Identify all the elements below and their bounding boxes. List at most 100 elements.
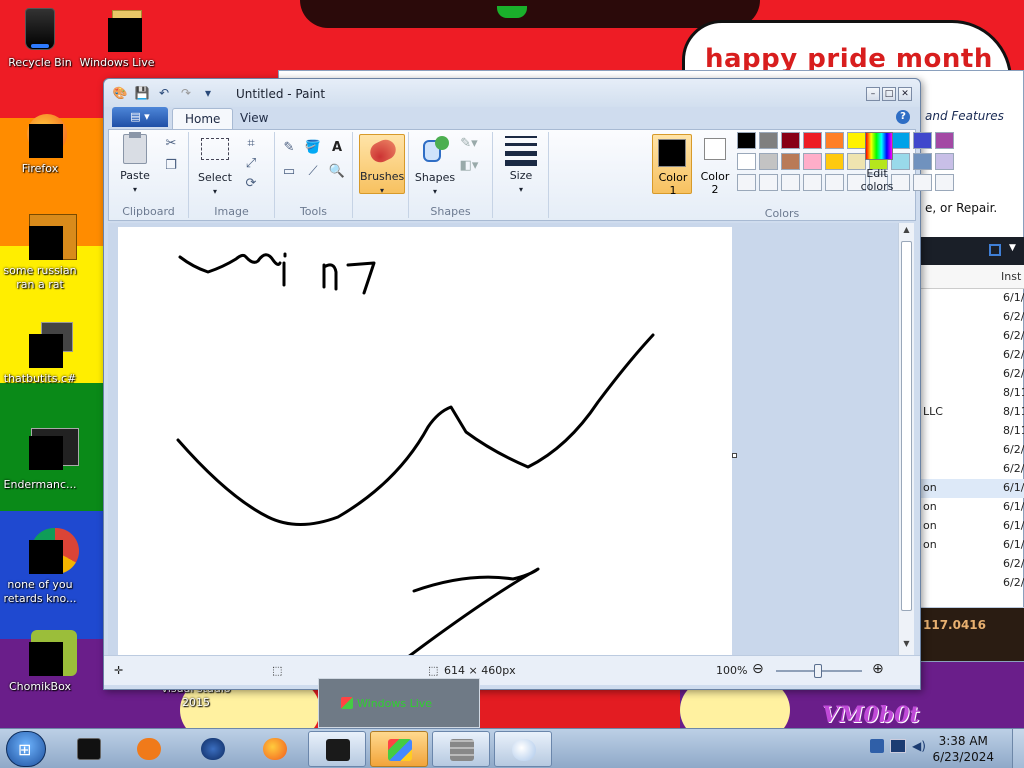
list-item[interactable]: 6/2/ bbox=[919, 574, 1024, 593]
desktop-icon-firefox[interactable]: Firefox bbox=[0, 112, 80, 176]
zoom-slider-thumb[interactable] bbox=[814, 664, 822, 678]
desktop-icon-windows-live[interactable]: Windows Live bbox=[77, 6, 157, 70]
paint-window[interactable]: 🎨 💾 ↶ ↷ ▾ Untitled - Paint – □ ✕ ▤ ▾ Hom… bbox=[103, 78, 954, 690]
list-item[interactable]: 6/2/ bbox=[919, 555, 1024, 574]
list-item[interactable]: LLC 8/11 bbox=[919, 403, 1024, 422]
paint-menu-button[interactable]: ▤ ▾ bbox=[112, 107, 168, 127]
list-item[interactable]: on 6/1/ bbox=[919, 517, 1024, 536]
color2-button[interactable]: Color 2 bbox=[696, 134, 734, 196]
fill-shape-icon[interactable]: ◧▾ bbox=[459, 156, 479, 176]
desktop-icon-thatbutits[interactable]: thatbutits.c# bbox=[0, 322, 80, 386]
column-header-installed-on[interactable]: Inst bbox=[919, 265, 1024, 289]
palette-swatch[interactable] bbox=[935, 153, 954, 170]
taskbar-item-firewall[interactable] bbox=[432, 731, 490, 767]
size-button[interactable]: Size ▾ bbox=[499, 134, 543, 196]
minimize-button[interactable]: – bbox=[866, 87, 880, 101]
palette-swatch[interactable] bbox=[803, 132, 822, 149]
list-item[interactable]: 6/2/ bbox=[919, 327, 1024, 346]
zoom-slider[interactable] bbox=[776, 664, 862, 678]
show-desktop-button[interactable] bbox=[1012, 729, 1024, 768]
redo-icon[interactable]: ↷ bbox=[178, 85, 194, 101]
desktop-icon-none-of-you[interactable]: none of you retards kno... bbox=[0, 528, 80, 606]
resize-icon[interactable]: ⤢ bbox=[241, 154, 261, 174]
palette-swatch[interactable] bbox=[913, 174, 932, 191]
drawing-canvas[interactable] bbox=[118, 227, 732, 655]
list-item[interactable]: 6/2/ bbox=[919, 308, 1024, 327]
close-button[interactable]: ✕ bbox=[898, 87, 912, 101]
list-item[interactable]: 6/2/ bbox=[919, 460, 1024, 479]
palette-swatch[interactable] bbox=[935, 174, 954, 191]
crop-icon[interactable]: ⌗ bbox=[241, 134, 261, 154]
palette-swatch[interactable] bbox=[781, 132, 800, 149]
network-icon[interactable] bbox=[890, 739, 906, 753]
list-item[interactable]: 8/11 bbox=[919, 422, 1024, 441]
palette-swatch[interactable] bbox=[825, 174, 844, 191]
taskbar-preview[interactable]: Windows Live bbox=[318, 678, 480, 728]
palette-swatch[interactable] bbox=[737, 174, 756, 191]
tab-view[interactable]: View bbox=[228, 108, 280, 129]
taskbar-item-windows-live[interactable] bbox=[370, 731, 428, 767]
palette-swatch[interactable] bbox=[737, 132, 756, 149]
palette-swatch[interactable] bbox=[825, 153, 844, 170]
taskbar-item-desktop[interactable] bbox=[60, 731, 118, 767]
list-item[interactable]: on 6/1/ bbox=[919, 536, 1024, 555]
save-icon[interactable]: 💾 bbox=[134, 85, 150, 101]
clock[interactable]: 3:38 AM 6/23/2024 bbox=[932, 733, 994, 765]
title-bar[interactable]: 🎨 💾 ↶ ↷ ▾ Untitled - Paint – □ ✕ bbox=[104, 79, 920, 107]
customize-qat-icon[interactable]: ▾ bbox=[200, 85, 216, 101]
select-button[interactable]: Select ▾ bbox=[195, 136, 235, 198]
view-icon[interactable] bbox=[989, 244, 1001, 256]
cut-icon[interactable]: ✂ bbox=[161, 134, 181, 154]
text-icon[interactable]: A bbox=[327, 138, 347, 158]
canvas-resize-handle[interactable] bbox=[732, 453, 737, 458]
paste-button[interactable]: Paste ▾ bbox=[115, 132, 155, 196]
outline-icon[interactable]: ✎▾ bbox=[459, 134, 479, 154]
copy-icon[interactable]: ❐ bbox=[161, 156, 181, 176]
palette-swatch[interactable] bbox=[781, 153, 800, 170]
palette-swatch[interactable] bbox=[759, 132, 778, 149]
desktop-icon-recycle-bin[interactable]: Recycle Bin bbox=[0, 6, 80, 70]
palette-swatch[interactable] bbox=[781, 174, 800, 191]
brushes-button[interactable]: Brushes ▾ bbox=[359, 134, 405, 195]
desktop-icon-some-russian[interactable]: some russian ran a rat bbox=[0, 214, 80, 292]
scroll-down-icon[interactable]: ▼ bbox=[899, 639, 914, 653]
fill-icon[interactable]: 🪣 bbox=[303, 138, 323, 158]
list-item[interactable]: on 6/1/ bbox=[919, 479, 1024, 498]
eraser-icon[interactable]: ▭ bbox=[279, 162, 299, 182]
palette-swatch[interactable] bbox=[737, 153, 756, 170]
palette-swatch[interactable] bbox=[913, 132, 932, 149]
zoom-in-button[interactable]: ⊕ bbox=[872, 661, 884, 677]
maximize-button[interactable]: □ bbox=[882, 87, 896, 101]
action-center-icon[interactable] bbox=[870, 739, 884, 753]
desktop-icon-chomikbox[interactable]: ChomikBox bbox=[0, 630, 80, 694]
zoom-out-button[interactable]: ⊖ bbox=[752, 661, 764, 677]
taskbar-item-firefox[interactable] bbox=[246, 731, 304, 767]
palette-swatch[interactable] bbox=[803, 153, 822, 170]
list-item[interactable]: 6/1/ bbox=[919, 289, 1024, 308]
taskbar-item-terminal[interactable] bbox=[308, 731, 366, 767]
desktop-icon-endermanc[interactable]: Endermanc... bbox=[0, 428, 80, 492]
volume-icon[interactable]: ◀) bbox=[912, 739, 926, 753]
help-icon[interactable]: ? bbox=[896, 110, 910, 124]
scroll-thumb[interactable] bbox=[901, 241, 912, 611]
palette-swatch[interactable] bbox=[803, 174, 822, 191]
chevron-down-icon[interactable]: ▼ bbox=[1009, 243, 1016, 253]
palette-swatch[interactable] bbox=[759, 174, 778, 191]
vertical-scrollbar[interactable]: ▲ ▼ bbox=[898, 223, 914, 655]
taskbar-item-paint[interactable] bbox=[494, 731, 552, 767]
tab-home[interactable]: Home bbox=[172, 108, 234, 129]
magnifier-icon[interactable]: 🔍 bbox=[327, 162, 347, 182]
list-item[interactable]: 8/11 bbox=[919, 384, 1024, 403]
paint-app-icon[interactable]: 🎨 bbox=[112, 85, 128, 101]
list-item[interactable]: on 6/1/ bbox=[919, 498, 1024, 517]
palette-swatch[interactable] bbox=[913, 153, 932, 170]
color-picker-icon[interactable]: ⟋ bbox=[303, 162, 323, 182]
palette-swatch[interactable] bbox=[935, 132, 954, 149]
list-item[interactable]: 6/2/ bbox=[919, 441, 1024, 460]
pencil-icon[interactable]: ✎ bbox=[279, 138, 299, 158]
palette-swatch[interactable] bbox=[759, 153, 778, 170]
palette-swatch[interactable] bbox=[825, 132, 844, 149]
taskbar-item-globe[interactable] bbox=[184, 731, 242, 767]
color1-button[interactable]: Color 1 bbox=[652, 134, 692, 197]
list-item[interactable]: 6/2/ bbox=[919, 365, 1024, 384]
